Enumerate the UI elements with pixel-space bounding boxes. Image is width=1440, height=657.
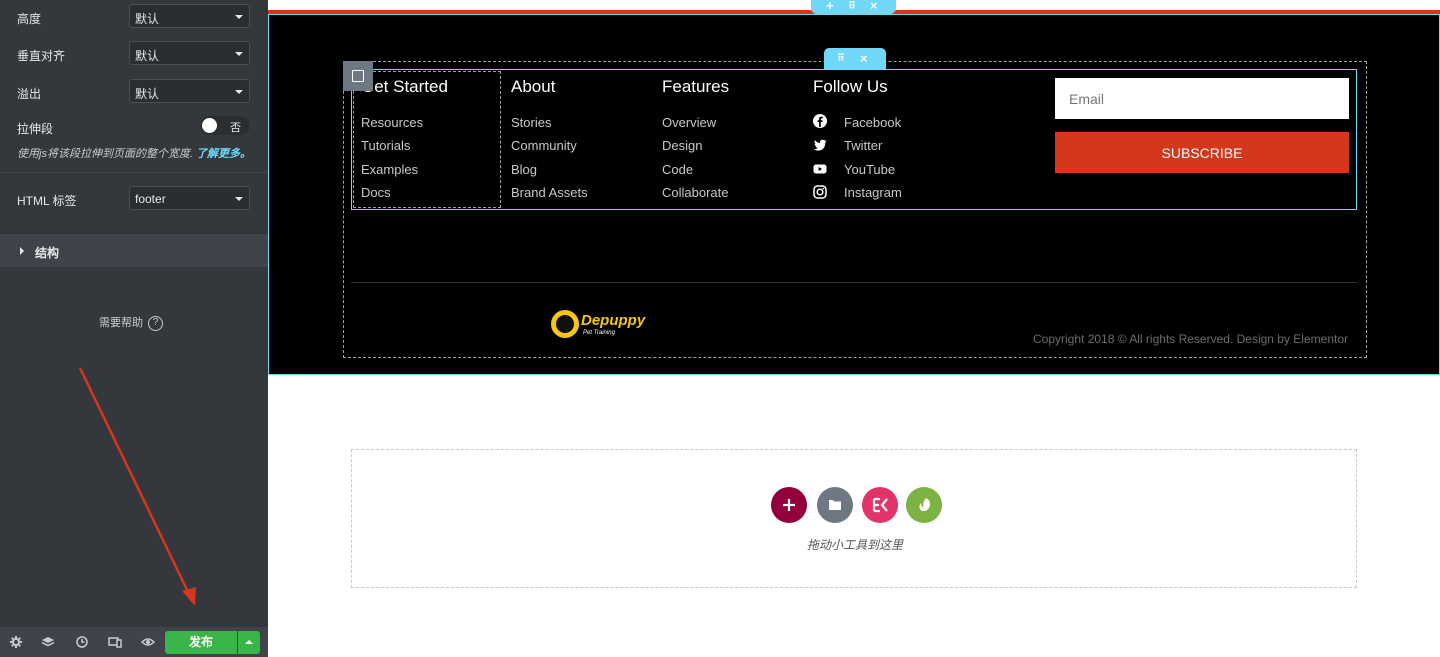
elementskit-button[interactable] [862,487,898,523]
question-icon: ? [148,315,163,331]
height-label: 高度 [17,12,42,26]
height-select-value: 默认 [135,12,160,26]
column-title: Get Started [361,77,448,96]
stretch-description: 使用js将该段拉伸到页面的整个宽度. 了解更多。 [17,145,251,161]
close-icon[interactable]: × [860,51,868,66]
preview-canvas: + ⠿ × ⠿ × Get Started Resources Tutorial… [268,0,1440,657]
html-tag-control: HTML 标签 footer [0,186,268,212]
social-link-youtube[interactable]: YouTube [844,162,895,177]
toggle-knob [202,118,217,133]
column-handle[interactable]: ⠿ × [824,48,886,70]
drop-zone-hint: 拖动小工具到这里 [806,538,903,552]
stretch-description-text: 使用js将该段拉伸到页面的整个宽度. [17,148,193,160]
chevron-down-icon [235,52,243,56]
social-link-instagram[interactable]: Instagram [844,185,902,200]
elementskit-icon [872,497,888,513]
vertical-align-label: 垂直对齐 [17,49,66,63]
publish-options-button[interactable] [238,631,260,654]
html-tag-value: footer [135,192,166,206]
footer-section[interactable]: ⠿ × Get Started Resources Tutorials Exam… [268,14,1440,375]
facebook-icon[interactable] [813,114,827,128]
logo-tagline: Pet Training [583,330,615,336]
column-layout-icon [352,70,364,82]
need-help-link[interactable]: 需要帮助? [99,314,163,331]
footer-link[interactable]: Stories [511,115,551,130]
add-icon[interactable]: + [826,0,834,13]
close-icon[interactable]: × [870,0,878,13]
chevron-down-icon [235,15,243,19]
drag-icon[interactable]: ⠿ [848,1,856,12]
vertical-align-value: 默认 [135,49,160,63]
toggle-text: 否 [230,122,241,134]
logo-badge-icon [551,310,579,338]
add-template-button[interactable] [817,487,853,523]
column-title: Features [662,77,730,96]
overflow-label: 溢出 [17,87,42,101]
editor-panel: 高度 默认 垂直对齐 默认 溢出 默认 拉伸段 否 使用js将该段拉伸到页面的整… [0,0,268,657]
footer-link[interactable]: Resources [361,115,423,130]
footer-link[interactable]: Examples [361,162,418,177]
chevron-up-icon [245,640,253,644]
logo-dog-icon [556,315,574,333]
overflow-select-value: 默认 [135,87,160,101]
plus-icon [783,499,795,511]
column-title: Follow Us [813,77,888,96]
structure-label: 结构 [35,246,60,260]
column-title: About [511,77,556,96]
footer-link[interactable]: Tutorials [361,138,410,153]
eye-icon[interactable] [141,635,155,649]
html-tag-select[interactable]: footer [129,186,250,210]
chevron-down-icon [235,90,243,94]
stretch-control: 拉伸段 否 [0,116,268,142]
copyright-text: Copyright 2018 © All rights Reserved. De… [1033,332,1348,346]
overflow-select[interactable]: 默认 [129,79,250,103]
twitter-icon[interactable] [813,138,827,152]
logo-name: Depuppy [581,312,646,329]
vertical-align-control: 垂直对齐 默认 [0,41,268,67]
gear-icon[interactable] [9,635,23,649]
overflow-control: 溢出 默认 [0,79,268,105]
vertical-align-select[interactable]: 默认 [129,41,250,65]
depuppy-logo[interactable]: Depuppy Pet Training [551,310,661,340]
learn-more-link[interactable]: 了解更多。 [196,148,251,160]
footer-divider [351,282,1357,283]
caret-right-icon [20,247,24,255]
divider [0,172,268,173]
height-select[interactable]: 默认 [129,4,250,28]
widget-drop-zone[interactable]: 拖动小工具到这里 [351,449,1357,588]
footer-link[interactable]: Docs [361,185,391,200]
email-input[interactable] [1055,78,1349,119]
drag-icon[interactable]: ⠿ [837,53,845,64]
column-edit-icon[interactable] [343,61,373,91]
html-tag-label: HTML 标签 [17,194,77,208]
subscribe-button[interactable]: SUBSCRIBE [1055,132,1349,173]
social-link-facebook[interactable]: Facebook [844,115,901,130]
youtube-icon[interactable] [813,162,827,176]
section-handle[interactable]: + ⠿ × [811,0,896,14]
footer-link[interactable]: Collaborate [662,185,729,200]
stretch-label: 拉伸段 [17,122,54,136]
structure-section-header[interactable]: 结构 [0,233,268,267]
layers-icon[interactable] [41,635,55,649]
leaf-icon [919,498,930,512]
chevron-down-icon [235,197,243,201]
stretch-toggle[interactable]: 否 [200,116,250,135]
footer-link[interactable]: Overview [662,115,716,130]
footer-link[interactable]: Brand Assets [511,185,588,200]
footer-link[interactable]: Code [662,162,693,177]
need-help-text: 需要帮助 [99,317,143,329]
footer-link[interactable]: Design [662,138,702,153]
footer-link[interactable]: Blog [511,162,537,177]
footer-link[interactable]: Community [511,138,577,153]
add-section-button[interactable] [771,487,807,523]
height-control: 高度 默认 [0,4,268,30]
publish-button[interactable]: 发布 [165,631,237,654]
instagram-icon[interactable] [813,185,827,199]
folder-icon [829,500,841,510]
social-link-twitter[interactable]: Twitter [844,138,882,153]
responsive-icon[interactable] [108,635,122,649]
history-icon[interactable] [75,635,89,649]
envato-button[interactable] [906,487,942,523]
